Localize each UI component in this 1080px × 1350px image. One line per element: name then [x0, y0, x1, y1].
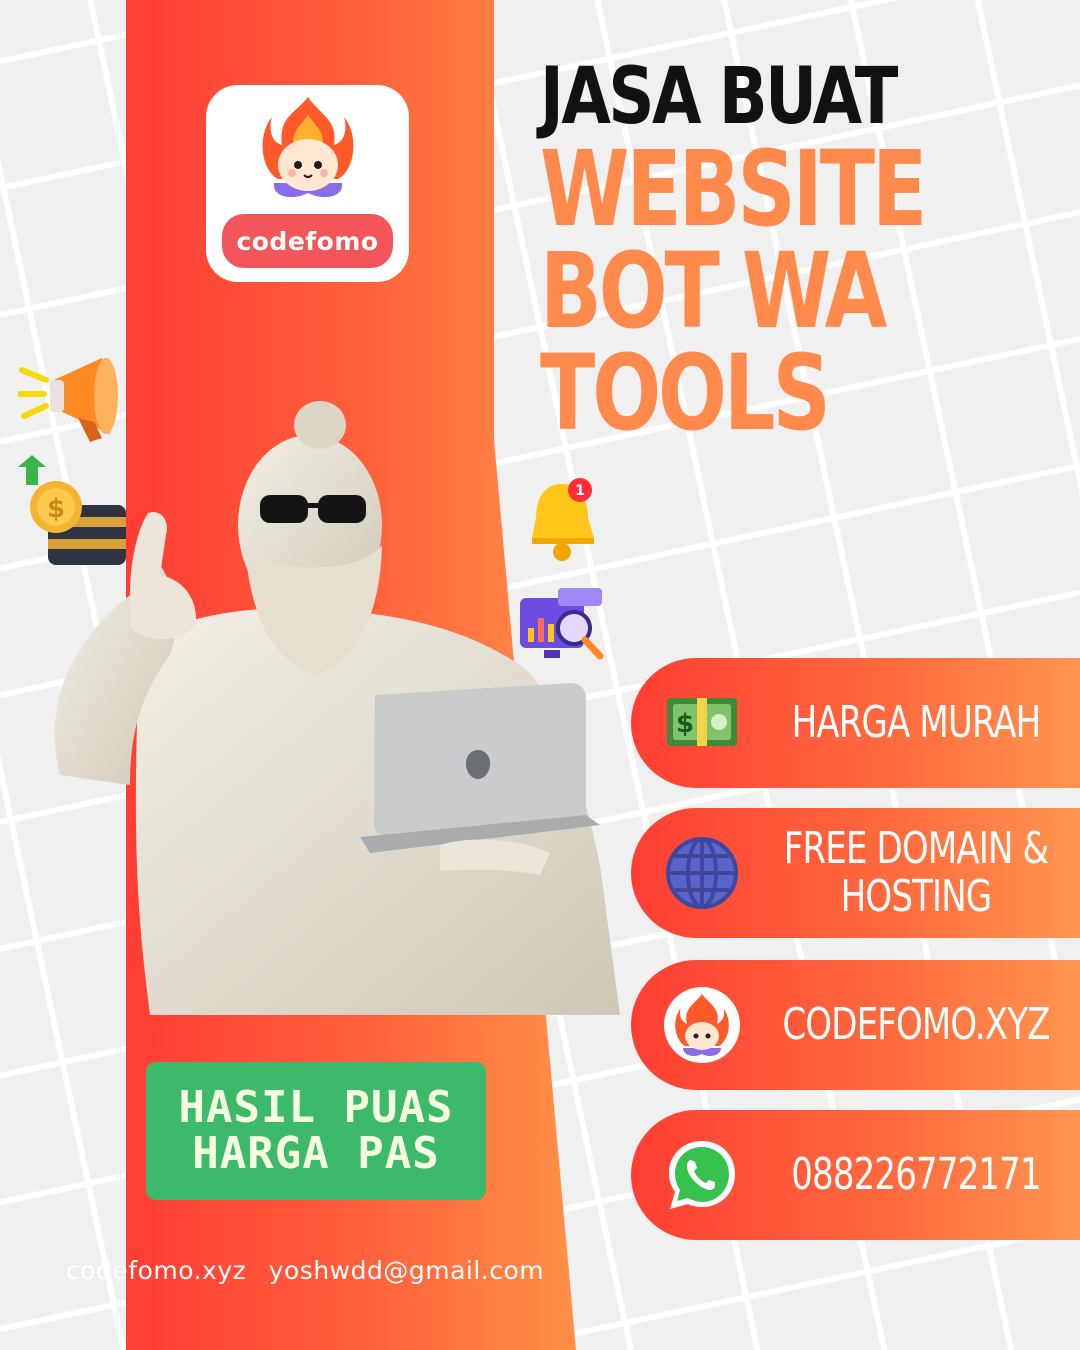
footer-website[interactable]: codefomo.xyz	[66, 1256, 246, 1285]
mascot-icon	[664, 987, 740, 1063]
service-website: WEBSITE	[540, 128, 927, 250]
feature-text[interactable]: 088226772171	[774, 1110, 1058, 1240]
headline: JASA BUAT WEBSITE BOT WA TOOLS	[540, 52, 1060, 445]
statue-with-laptop-image	[54, 401, 621, 1015]
service-bot-wa: BOT WA	[540, 230, 887, 352]
footer-email[interactable]: yoshwdd@gmail.com	[269, 1256, 544, 1285]
brand-logo: codefomo	[206, 85, 409, 282]
money-bill-icon: $	[667, 698, 737, 746]
feature-website: CODEFOMO.XYZ	[631, 960, 1080, 1090]
tagline-line-1: HASIL PUAS	[178, 1082, 454, 1133]
globe-icon	[666, 837, 738, 909]
feature-cheap-price: $ HARGA MURAH	[631, 658, 1080, 788]
fire-mascot-icon	[262, 97, 353, 198]
tagline-line-2: HARGA PAS	[192, 1128, 440, 1179]
feature-text: FREE DOMAIN & HOSTING	[783, 823, 1049, 922]
feature-text: HARGA MURAH	[791, 697, 1042, 748]
footer-contact: codefomo.xyz yoshwdd@gmail.com	[66, 1256, 544, 1285]
tagline-badge: HASIL PUAS HARGA PAS	[146, 1062, 486, 1200]
feature-free-domain-hosting: FREE DOMAIN & HOSTING	[631, 808, 1080, 938]
feature-whatsapp-contact: 088226772171	[631, 1110, 1080, 1240]
whatsapp-icon	[669, 1141, 735, 1209]
svg-text:$: $	[676, 709, 694, 739]
logo-wordmark: codefomo	[222, 214, 393, 268]
feature-text[interactable]: CODEFOMO.XYZ	[774, 960, 1058, 1090]
headline-intro: JASA BUAT	[540, 52, 898, 142]
